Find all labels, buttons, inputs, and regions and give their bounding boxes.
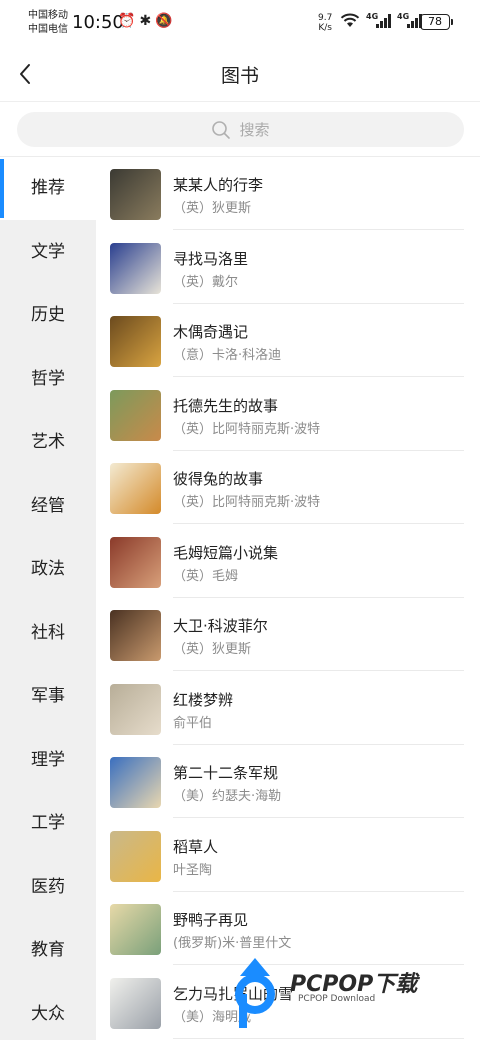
book-cover — [110, 683, 161, 735]
status-icons: ⏰✱🔕 — [118, 13, 177, 29]
book-item[interactable]: 彼得兔的故事 （英）比阿特丽克斯·波特 — [96, 451, 480, 524]
book-item[interactable]: 某某人的行李 （英）狄更斯 — [96, 157, 480, 230]
sidebar-item-7[interactable]: 社科 — [0, 602, 96, 665]
book-cover — [110, 242, 161, 294]
sidebar-item-5[interactable]: 经管 — [0, 475, 96, 538]
book-cover — [110, 830, 161, 882]
book-title: 托德先生的故事 — [173, 396, 279, 415]
sidebar-item-2[interactable]: 历史 — [0, 284, 96, 347]
book-cover — [110, 463, 161, 514]
sidebar-item-10[interactable]: 工学 — [0, 792, 96, 855]
book-title: 野鸭子再见 — [173, 911, 249, 929]
search-input[interactable]: 搜索 — [17, 112, 464, 147]
book-author: （美）约瑟夫·海勒 — [173, 789, 282, 804]
book-item[interactable]: 稻草人 叶圣陶 — [96, 819, 480, 892]
book-title: 某某人的行李 — [173, 176, 264, 194]
book-title: 寻找马洛里 — [173, 249, 249, 268]
book-title: 大卫·科波菲尔 — [173, 617, 268, 635]
book-list: 某某人的行李 （英）狄更斯 寻找马洛里 （英）戴尔 木偶奇遇记 （意）卡洛·科洛迪 托德先生… — [96, 157, 480, 1040]
book-item[interactable]: 木偶奇遇记 （意）卡洛·科洛迪 — [96, 304, 480, 377]
app-header: 图书 — [0, 46, 480, 102]
sidebar-item-13[interactable]: 大众 — [0, 983, 96, 1040]
signal-2-label: 4G — [397, 12, 410, 21]
carrier-info: 中国移动 中国电信 — [28, 9, 68, 37]
sidebar-item-1[interactable]: 文学 — [0, 221, 96, 284]
book-author: （英）比阿特丽克斯·波特 — [173, 495, 321, 510]
book-author: （英）狄更斯 — [173, 201, 252, 216]
book-title: 彼得兔的故事 — [173, 470, 264, 488]
page-title: 图书 — [220, 65, 259, 87]
battery-indicator: 78 — [420, 14, 453, 30]
carrier-2: 中国电信 — [28, 24, 68, 35]
watermark-sub: PCPOP Download — [298, 994, 376, 1004]
sidebar-item-3[interactable]: 哲学 — [0, 348, 96, 411]
book-cover — [110, 757, 161, 808]
wifi-icon — [340, 13, 360, 27]
book-title: 稻草人 — [173, 837, 219, 856]
sidebar-item-11[interactable]: 医药 — [0, 856, 96, 919]
signal-1-icon: 4G — [366, 12, 391, 28]
book-author: （英）比阿特丽克斯·波特 — [173, 421, 321, 437]
book-item[interactable]: 托德先生的故事 （英）比阿特丽克斯·波特 — [96, 378, 480, 451]
book-item[interactable]: 毛姆短篇小说集 （英）毛姆 — [96, 525, 480, 598]
alarm-icon: ⏰ — [118, 13, 140, 29]
signal-2-icon: 4G — [397, 12, 422, 28]
book-cover — [110, 169, 161, 220]
book-title: 毛姆短篇小说集 — [173, 543, 279, 562]
book-author: （英）毛姆 — [173, 568, 239, 584]
signal-1-label: 4G — [366, 12, 379, 21]
book-author: 俞平伯 — [173, 715, 213, 731]
book-cover — [110, 610, 161, 661]
status-right-icons: 4G 4G — [340, 12, 422, 28]
book-item[interactable]: 寻找马洛里 （英）戴尔 — [96, 231, 480, 304]
carrier-1: 中国移动 — [28, 10, 68, 21]
row-divider — [173, 1037, 464, 1039]
book-cover — [110, 316, 161, 367]
net-speed: 9.7 K/s — [318, 13, 332, 33]
book-item[interactable]: 大卫·科波菲尔 （英）狄更斯 — [96, 598, 480, 671]
status-time: 10:50 — [72, 12, 124, 33]
book-cover — [110, 977, 161, 1029]
book-author: 叶圣陶 — [173, 862, 213, 878]
book-title: 红楼梦辨 — [173, 690, 234, 709]
watermark-logo: PCPOP下载 PCPOP Download — [220, 946, 470, 1036]
sidebar-item-4[interactable]: 艺术 — [0, 411, 96, 474]
book-cover — [110, 904, 161, 955]
pcpop-logo-icon — [235, 958, 275, 1028]
bluetooth-icon: ✱ — [139, 13, 156, 29]
sidebar-item-9[interactable]: 理学 — [0, 729, 96, 792]
search-icon — [212, 120, 231, 139]
search-placeholder: 搜索 — [239, 121, 270, 139]
book-author: （意）卡洛·科洛迪 — [173, 348, 282, 363]
book-title: 木偶奇遇记 — [173, 323, 249, 341]
book-author: （英）狄更斯 — [173, 642, 252, 657]
net-speed-value: 9.7 — [318, 13, 333, 23]
book-cover — [110, 389, 161, 441]
sidebar-item-6[interactable]: 政法 — [0, 538, 96, 601]
mute-icon: 🔕 — [155, 13, 177, 29]
status-bar: 中国移动 中国电信 10:50 ⏰✱🔕 9.7 K/s 4G 4G 78 — [0, 0, 480, 46]
book-cover — [110, 536, 161, 588]
book-item[interactable]: 第二十二条军规 （美）约瑟夫·海勒 — [96, 745, 480, 818]
book-item[interactable]: 红楼梦辨 俞平伯 — [96, 672, 480, 745]
sidebar-item-0[interactable]: 推荐 — [0, 157, 96, 220]
net-speed-unit: K/s — [318, 23, 332, 33]
sidebar-item-8[interactable]: 军事 — [0, 665, 96, 728]
book-title: 第二十二条军规 — [173, 764, 279, 782]
sidebar-item-12[interactable]: 教育 — [0, 919, 96, 982]
book-author: （英）戴尔 — [173, 274, 239, 290]
category-sidebar: 推荐 文学 历史 哲学 艺术 经管 政法 社科 军事 理学 工学 医药 教育 大众 — [0, 157, 96, 1040]
